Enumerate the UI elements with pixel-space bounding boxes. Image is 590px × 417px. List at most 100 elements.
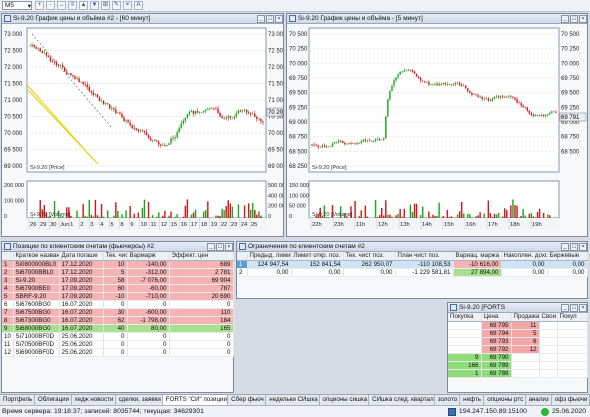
column-header[interactable]: План чист поз.	[395, 252, 454, 261]
minimize-icon[interactable]: _	[257, 14, 265, 23]
column-header[interactable]: Накоплен. доход	[501, 252, 548, 261]
column-header[interactable]: Дата погаше	[59, 252, 104, 261]
orderbook-icon	[450, 304, 457, 311]
volume-bar	[360, 210, 362, 218]
volume-bar	[243, 205, 246, 218]
column-header[interactable]: Краткое названи	[13, 252, 60, 261]
column-header[interactable]: Тек. чист	[103, 252, 128, 261]
toolbar-button-2[interactable]: ↔	[57, 1, 66, 10]
chart2-canvas[interactable]: 70 500 70 500 70 250 70 250 70 000 70 000 69 7…	[287, 24, 587, 236]
table-row[interactable]: 1 Si0800000BL0 17.12.2020 10 -140,00 689	[2, 260, 234, 269]
orderbook-row[interactable]: 9 69 790	[448, 353, 588, 362]
chart2-titlebar[interactable]: Si-9.20 График цены и объёма - [5 минут]…	[287, 14, 587, 24]
orderbook-row[interactable]: 69 795 11	[448, 321, 588, 330]
y-tick-label: 69 750	[289, 76, 308, 82]
close-icon[interactable]: ×	[225, 242, 233, 251]
maximize-icon[interactable]: □	[570, 242, 578, 251]
chart-window-60min[interactable]: Si-9.20 График цены и объёма #2 - [60 ми…	[1, 13, 284, 237]
table-row[interactable]: 10 Si71000BF0D 25.06.2020 0 0 0	[2, 332, 234, 341]
column-header[interactable]: Вариац. маржа	[453, 252, 502, 261]
minimize-icon[interactable]: _	[561, 242, 569, 251]
column-header[interactable]: Эффект. цен	[169, 252, 234, 261]
orderbook-row[interactable]: 69 792 12	[448, 345, 588, 354]
column-header[interactable]: Покуп	[557, 313, 588, 322]
close-icon[interactable]: ×	[579, 242, 587, 251]
column-header[interactable]: Покупка	[448, 313, 482, 322]
chart1-titlebar[interactable]: Si-9.20 График цены и объёма #2 - [60 ми…	[2, 14, 283, 24]
table-row[interactable]: 6 Si67600BG0 16.07.2020 0 0 0	[2, 300, 234, 309]
workspace-tab[interactable]: опционы ртс	[484, 395, 526, 405]
volume-tick-label: 100 000	[4, 199, 24, 205]
workspace-tab[interactable]: недельки СИшка	[266, 395, 320, 405]
column-header[interactable]: Свои	[539, 313, 558, 322]
maximize-icon[interactable]: □	[570, 14, 578, 23]
column-header[interactable]: Продажа	[511, 313, 540, 322]
toolbar-button-3[interactable]: ≡	[68, 1, 77, 10]
table-row[interactable]: 2 Si67000BBL0 17.12.2020 5 -312,00 2 781	[2, 268, 234, 277]
positions-titlebar[interactable]: Позиции по клиентским счетам (фьючерсы) …	[2, 242, 233, 252]
orderbook-row[interactable]: 69 793 6	[448, 337, 588, 346]
workspace-tab[interactable]: Сбер фьюч	[228, 395, 267, 405]
maximize-icon[interactable]: □	[266, 14, 274, 23]
workspace-tab[interactable]: хедж новости	[72, 395, 116, 405]
column-header[interactable]: Тек. чист поз.	[343, 252, 396, 261]
limits-titlebar[interactable]: Ограничения по клиентским счетам #2 _ □ ×	[237, 242, 587, 252]
minimize-icon[interactable]: _	[207, 242, 215, 251]
maximize-icon[interactable]: □	[216, 242, 224, 251]
minimize-icon[interactable]: _	[561, 14, 569, 23]
workspace-tab[interactable]: СИшка след. квартал	[369, 395, 435, 405]
y-tick-label-right: 71 000	[268, 98, 283, 104]
close-icon[interactable]: ×	[579, 303, 587, 312]
table-row[interactable]: 1 124 947,54 152 841,54 262 950,07 -110 108,…	[237, 260, 588, 269]
workspace-tab[interactable]: нефть	[460, 395, 485, 405]
orderbook-row[interactable]: 69 794 5	[448, 329, 588, 338]
orderbook-window[interactable]: Si-9.20 [FORTS _ □ × Покупка Цена Продажа Сво…	[447, 302, 588, 393]
toolbar-button-4[interactable]: ▲	[79, 1, 88, 10]
table-row[interactable]: 4 Si67900BE0 17.09.2020 60 -60,00 787	[2, 284, 234, 293]
toolbar-button-5[interactable]: ▼	[90, 1, 99, 10]
workspace-tab[interactable]: опционы сишка	[320, 395, 370, 405]
table-row[interactable]: 7 Si67500BG0 16.07.2020 30 -600,00 110	[2, 308, 234, 317]
positions-window[interactable]: Позиции по клиентским счетам (фьючерсы) …	[1, 241, 234, 393]
volume-bar	[106, 210, 109, 218]
workspace-tab[interactable]: анализ	[526, 395, 552, 405]
table-row[interactable]: 2 0,00 0,00 0,00 -1 229 581,81 27 894,00 0,00 0…	[237, 268, 588, 277]
table-row[interactable]: 5 SBRF-9.20 17.09.2020 -10 -710,00 20 690	[2, 292, 234, 301]
table-row[interactable]: 8 Si67300BG0 16.07.2020 62 -1 798,00 184	[2, 316, 234, 325]
close-icon[interactable]: ×	[579, 14, 587, 23]
interval-select[interactable]: M5 ▾	[2, 1, 32, 10]
limits-window[interactable]: Ограничения по клиентским счетам #2 _ □ × …	[236, 241, 588, 299]
toolbar-button-1[interactable]: -	[46, 1, 55, 10]
orderbook-row[interactable]: 1 69 788	[448, 369, 588, 378]
candle-body	[424, 81, 426, 83]
column-header[interactable]: Цена	[481, 313, 512, 322]
workspace-tab[interactable]: Портфель	[0, 395, 35, 405]
orderbook-titlebar[interactable]: Si-9.20 [FORTS _ □ ×	[448, 303, 587, 313]
toolbar-button-7[interactable]: ✎	[112, 1, 121, 10]
toolbar-button-9[interactable]: A	[134, 1, 143, 10]
toolbar-button-0[interactable]: +	[35, 1, 44, 10]
candle-body	[182, 120, 184, 124]
orderbook-row[interactable]: 166 69 789	[448, 361, 588, 370]
workspace-tab[interactable]: Облигации	[35, 395, 72, 405]
maximize-icon[interactable]: □	[570, 303, 578, 312]
table-row[interactable]: 12 Si69000BF0D 25.06.2020 0 0 0	[2, 348, 234, 357]
table-row[interactable]: 3 Si-9.20 17.09.2020 58 -7 076,00 69 904	[2, 276, 234, 285]
workspace-tab[interactable]: золото	[435, 395, 461, 405]
minimize-icon[interactable]: _	[561, 303, 569, 312]
column-header[interactable]: Предыд. лимит	[247, 252, 292, 261]
table-row[interactable]: 9 Si68000BG0 16.07.2020 40 80,00 165	[2, 324, 234, 333]
table-row[interactable]: 11 Si70500BF0D 25.06.2020 0 0 0	[2, 340, 234, 349]
toolbar-button-8[interactable]: ⌖	[123, 1, 132, 10]
column-header[interactable]: Вармарж	[127, 252, 170, 261]
column-header[interactable]: Биржевые	[547, 252, 588, 261]
workspace-tab[interactable]: FORTS "СИ" позиции	[162, 395, 229, 405]
column-header[interactable]: Лимит откр. поз.	[291, 252, 344, 261]
chart-window-5min[interactable]: Si-9.20 График цены и объёма - [5 минут]…	[286, 13, 588, 237]
volume-bar	[549, 215, 551, 218]
toolbar-button-6[interactable]: ⊞	[101, 1, 110, 10]
workspace-tab[interactable]: сделки, заявки	[116, 395, 163, 405]
close-icon[interactable]: ×	[275, 14, 283, 23]
chart1-canvas[interactable]: 73 000 73 000 72 500 72 500 72 000 72 000 71 5…	[2, 24, 283, 236]
workspace-tab[interactable]: офз фьючи	[552, 395, 590, 405]
